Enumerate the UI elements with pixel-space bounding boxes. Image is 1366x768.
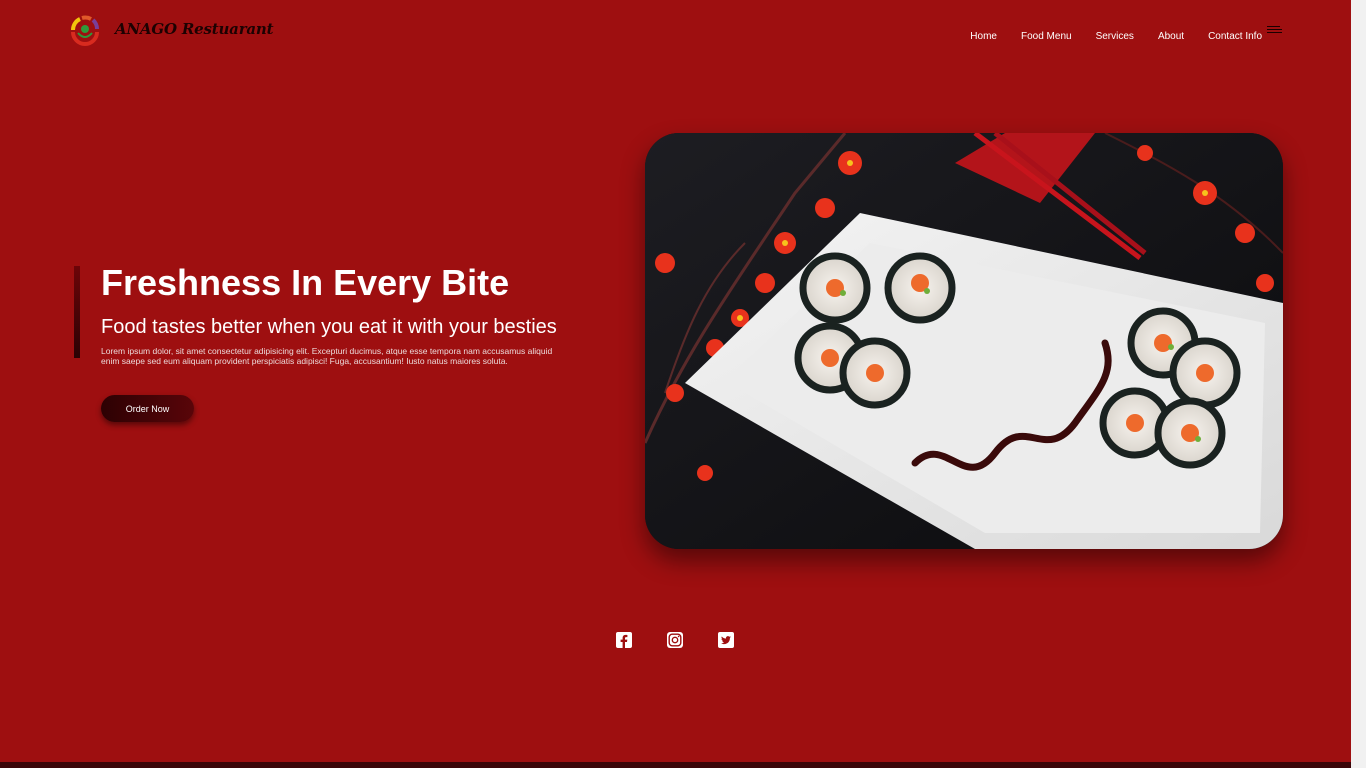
- nav-contact-info[interactable]: Contact Info: [1208, 31, 1262, 42]
- nav-about[interactable]: About: [1158, 31, 1184, 42]
- hero-subtitle: Food tastes better when you eat it with …: [101, 316, 557, 338]
- footer-band: [0, 762, 1351, 768]
- nav-food-menu[interactable]: Food Menu: [1021, 31, 1072, 42]
- brand-name[interactable]: ANAGO Restuarant: [115, 20, 274, 38]
- nav-services[interactable]: Services: [1096, 31, 1134, 42]
- social-links: [616, 632, 734, 648]
- nav-home[interactable]: Home: [970, 31, 997, 42]
- hamburger-menu-icon[interactable]: [1267, 26, 1282, 34]
- restaurant-logo-icon[interactable]: [67, 12, 103, 48]
- facebook-icon[interactable]: [616, 632, 632, 648]
- instagram-icon[interactable]: [667, 632, 683, 648]
- sushi-plate-image: [645, 133, 1283, 549]
- hero-description: Lorem ipsum dolor, sit amet consectetur …: [101, 346, 553, 366]
- hero-accent-bar: [74, 266, 80, 358]
- twitter-icon[interactable]: [718, 632, 734, 648]
- hero-title: Freshness In Every Bite: [101, 262, 510, 303]
- order-now-button[interactable]: Order Now: [101, 395, 194, 422]
- main-nav: Home Food Menu Services About Contact In…: [970, 31, 1262, 42]
- page-scrollbar[interactable]: [1351, 0, 1366, 768]
